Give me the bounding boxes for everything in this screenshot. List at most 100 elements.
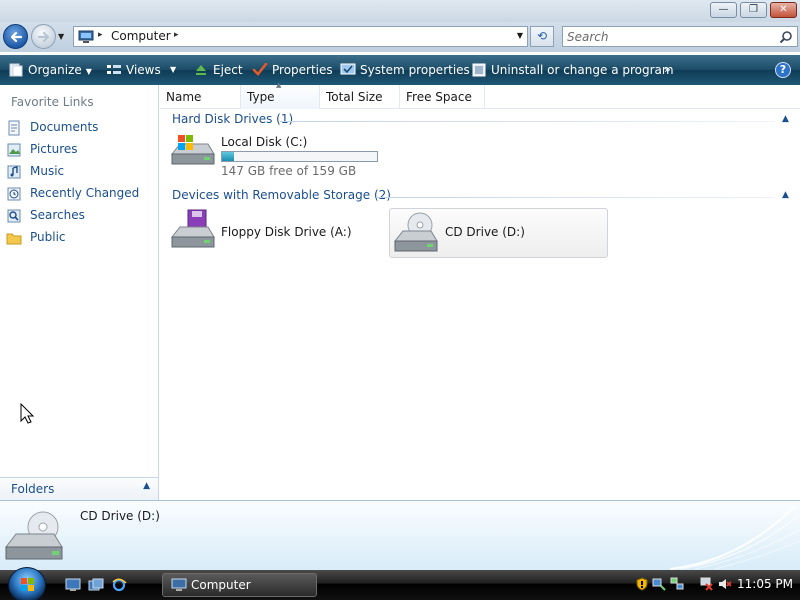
music-icon bbox=[7, 165, 21, 179]
favorite-documents-label: Documents bbox=[30, 120, 99, 134]
drive-item-floppy-a[interactable]: Floppy Disk Drive (A:) bbox=[168, 209, 378, 257]
favorite-recently-changed[interactable]: Recently Changed bbox=[6, 184, 156, 204]
drive-item-cd-d[interactable]: CD Drive (D:) bbox=[389, 208, 608, 258]
internet-explorer-icon[interactable] bbox=[111, 578, 127, 592]
views-button[interactable]: Views bbox=[106, 55, 161, 85]
eject-icon bbox=[196, 65, 206, 75]
clock[interactable]: 11:05 PM bbox=[737, 577, 793, 591]
chevron-up-icon[interactable]: ▲ bbox=[782, 114, 789, 124]
refresh-button[interactable]: ⟲ bbox=[530, 26, 554, 47]
decorative-swoosh bbox=[669, 505, 800, 570]
computer-icon bbox=[78, 30, 94, 43]
taskbar-button-label: Computer bbox=[191, 578, 251, 592]
forward-button[interactable] bbox=[31, 24, 56, 49]
drive-name: Floppy Disk Drive (A:) bbox=[221, 225, 352, 239]
content-pane: Name Type Total Size Free Space ▲ Hard D… bbox=[160, 81, 800, 500]
favorite-pictures[interactable]: Pictures bbox=[6, 140, 156, 160]
address-bar[interactable]: ▸ Computer ▸ ▼ bbox=[73, 26, 528, 47]
command-bar: Organize ▼ Views ▼ Eject Properties Syste… bbox=[0, 55, 800, 85]
drive-name: CD Drive (D:) bbox=[445, 225, 525, 239]
column-header-name[interactable]: Name bbox=[160, 85, 241, 109]
system-properties-label: System properties bbox=[360, 63, 470, 77]
favorite-documents[interactable]: Documents bbox=[6, 118, 156, 138]
navigation-bar: ▼ ▸ Computer ▸ ▼ ⟲ bbox=[0, 22, 800, 52]
address-dropdown-icon[interactable]: ▼ bbox=[517, 31, 523, 40]
capacity-bar bbox=[221, 151, 378, 162]
forward-arrow-icon bbox=[37, 31, 50, 43]
programs-icon bbox=[472, 63, 486, 77]
favorite-public[interactable]: Public bbox=[6, 228, 156, 248]
taskbar-button-computer[interactable]: Computer bbox=[162, 573, 317, 597]
chevron-up-icon[interactable]: ▲ bbox=[143, 481, 150, 491]
maximize-button[interactable]: ❐ bbox=[740, 2, 767, 18]
search-input[interactable] bbox=[567, 29, 767, 44]
uninstall-program-button[interactable]: Uninstall or change a program bbox=[471, 55, 674, 85]
recent-pages-dropdown-icon[interactable]: ▼ bbox=[58, 32, 64, 41]
favorite-music[interactable]: Music bbox=[6, 162, 156, 182]
drive-free-space: 147 GB free of 159 GB bbox=[221, 164, 357, 178]
breadcrumb-arrow-icon[interactable]: ▸ bbox=[174, 30, 179, 40]
favorite-searches[interactable]: Searches bbox=[6, 206, 156, 226]
network-icon[interactable] bbox=[652, 577, 666, 591]
folders-bar[interactable]: Folders ▲ bbox=[0, 477, 158, 500]
organize-caret-icon: ▼ bbox=[85, 67, 92, 76]
details-title: CD Drive (D:) bbox=[80, 509, 160, 523]
pictures-icon bbox=[7, 143, 21, 157]
minimize-button[interactable]: — bbox=[710, 2, 737, 18]
favorite-pictures-label: Pictures bbox=[30, 142, 78, 156]
back-button[interactable] bbox=[3, 24, 28, 49]
help-button[interactable]: ? bbox=[775, 62, 791, 78]
checkmark-icon bbox=[252, 63, 268, 76]
organize-label: Organize bbox=[28, 63, 82, 77]
system-properties-icon bbox=[340, 63, 356, 75]
search-icon[interactable] bbox=[779, 30, 793, 44]
system-tray: 11:05 PM bbox=[630, 573, 800, 597]
back-arrow-icon bbox=[10, 31, 23, 43]
views-dropdown-icon[interactable]: ▼ bbox=[170, 55, 176, 85]
network-status-icon[interactable] bbox=[670, 577, 684, 591]
cd-drive-icon bbox=[393, 212, 438, 252]
public-folder-icon bbox=[6, 233, 22, 245]
views-icon bbox=[107, 65, 121, 74]
views-label: Views bbox=[126, 63, 161, 77]
folders-label: Folders bbox=[11, 482, 55, 496]
column-header-total-size[interactable]: Total Size bbox=[320, 85, 400, 109]
title-bar: — ❐ ✕ bbox=[0, 0, 800, 22]
cd-drive-icon bbox=[4, 511, 63, 560]
properties-button[interactable]: Properties bbox=[252, 55, 333, 85]
documents-icon bbox=[8, 120, 20, 136]
group-header-removable-storage[interactable]: Devices with Removable Storage (2) bbox=[172, 188, 391, 206]
switch-windows-icon[interactable] bbox=[88, 578, 104, 592]
sort-indicator-icon: ▲ bbox=[276, 81, 282, 89]
favorite-searches-label: Searches bbox=[30, 208, 85, 222]
recently-changed-icon bbox=[7, 187, 21, 201]
column-header-free-space[interactable]: Free Space bbox=[400, 85, 485, 109]
mouse-cursor-icon bbox=[20, 403, 34, 424]
chevron-up-icon[interactable]: ▲ bbox=[782, 190, 789, 200]
capacity-bar-fill bbox=[222, 152, 234, 161]
drive-name: Local Disk (C:) bbox=[221, 135, 308, 149]
show-desktop-icon[interactable] bbox=[65, 578, 81, 592]
breadcrumb-arrow-icon[interactable]: ▸ bbox=[98, 30, 103, 40]
security-shield-icon[interactable] bbox=[635, 577, 649, 591]
search-box[interactable] bbox=[562, 26, 798, 47]
eject-button[interactable]: Eject bbox=[193, 55, 243, 85]
navigation-pane: Favorite Links Documents Pictures Music … bbox=[0, 85, 159, 500]
network-disconnected-icon[interactable] bbox=[700, 577, 714, 591]
favorite-public-label: Public bbox=[30, 230, 66, 244]
group-divider bbox=[280, 121, 775, 122]
organize-button[interactable]: Organize ▼ bbox=[8, 55, 92, 85]
system-properties-button[interactable]: System properties bbox=[340, 55, 470, 85]
group-divider bbox=[376, 197, 775, 198]
volume-muted-icon[interactable] bbox=[718, 577, 732, 591]
favorite-music-label: Music bbox=[30, 164, 65, 178]
breadcrumb-computer[interactable]: Computer bbox=[111, 29, 171, 43]
hard-drive-icon bbox=[170, 135, 215, 165]
close-button[interactable]: ✕ bbox=[770, 2, 797, 18]
start-button[interactable] bbox=[8, 567, 46, 600]
group-header-hard-disk-drives[interactable]: Hard Disk Drives (1) bbox=[172, 112, 293, 130]
computer-icon bbox=[171, 578, 187, 591]
favorite-recently-changed-label: Recently Changed bbox=[30, 186, 140, 200]
drive-item-local-disk-c[interactable]: Local Disk (C:) 147 GB free of 159 GB bbox=[168, 132, 388, 180]
more-commands-button[interactable]: » bbox=[664, 55, 671, 85]
